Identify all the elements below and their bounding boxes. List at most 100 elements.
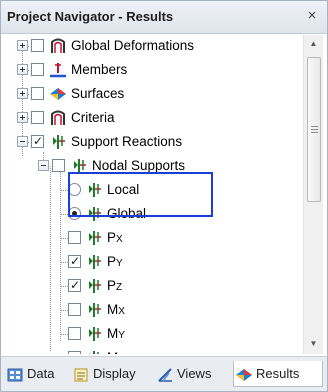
support-icon bbox=[85, 301, 103, 319]
grip-line bbox=[311, 129, 318, 130]
tree-item-label: MY bbox=[107, 326, 125, 341]
tab-data[interactable]: Data bbox=[5, 361, 67, 387]
panel-title: Project Navigator - Results bbox=[7, 9, 174, 24]
criteria-icon bbox=[49, 109, 67, 127]
tree-item-my[interactable]: MY bbox=[9, 323, 299, 345]
tree-item-label: Global Deformations bbox=[71, 38, 195, 53]
support-icon bbox=[85, 277, 103, 295]
checkbox-checked[interactable]: ✓ bbox=[31, 134, 44, 148]
check-icon: ✓ bbox=[70, 278, 81, 292]
tab-label: Views bbox=[177, 366, 212, 381]
support-icon bbox=[49, 133, 67, 151]
support-icon bbox=[85, 349, 103, 354]
support-icon bbox=[70, 157, 88, 175]
tree-item-label: Members bbox=[71, 62, 128, 77]
tree-item-pz[interactable]: ✓ PZ bbox=[9, 275, 299, 297]
scroll-up-icon[interactable]: ▲ bbox=[304, 35, 323, 53]
tree-item-label: Nodal Supports bbox=[92, 158, 186, 173]
label-subscript: X bbox=[116, 234, 123, 245]
checkbox-checked[interactable]: ✓ bbox=[68, 278, 81, 292]
label-subscript: X bbox=[118, 306, 125, 317]
tree-item-criteria[interactable]: Criteria bbox=[9, 107, 299, 129]
label-subscript: Y bbox=[118, 330, 125, 341]
checkbox[interactable] bbox=[31, 39, 44, 52]
label-letter: M bbox=[107, 350, 118, 354]
tab-label: Display bbox=[93, 366, 136, 381]
check-icon: ✓ bbox=[33, 134, 44, 148]
tab-label: Data bbox=[27, 366, 55, 381]
tree-item-label: Surfaces bbox=[71, 86, 125, 101]
label-subscript: Z bbox=[116, 282, 123, 293]
tree-item-surfaces[interactable]: Surfaces bbox=[9, 83, 299, 105]
vertical-scrollbar[interactable]: ▲ ▼ bbox=[303, 35, 323, 354]
tree-item-global-deformations[interactable]: Global Deformations bbox=[9, 35, 299, 57]
data-icon bbox=[7, 366, 24, 382]
support-icon bbox=[85, 325, 103, 343]
tree-item-label: PY bbox=[107, 254, 123, 269]
support-icon bbox=[85, 253, 103, 271]
tree-item-label: Global bbox=[107, 206, 147, 221]
checkbox[interactable] bbox=[68, 327, 81, 340]
views-icon bbox=[157, 366, 174, 382]
tree-item-nodal-supports[interactable]: Nodal Supports bbox=[9, 155, 299, 177]
project-navigator-panel: Project Navigator - Results × Global Def… bbox=[0, 0, 328, 392]
support-icon bbox=[85, 205, 103, 223]
support-icon bbox=[85, 181, 103, 199]
grip-line bbox=[311, 132, 318, 133]
label-letter: P bbox=[107, 230, 117, 245]
tree-item-global[interactable]: Global bbox=[9, 203, 299, 225]
expand-plus-icon[interactable] bbox=[17, 88, 28, 99]
label-letter: M bbox=[107, 302, 119, 317]
tab-views[interactable]: Views bbox=[155, 361, 225, 387]
support-icon bbox=[85, 229, 103, 247]
tab-results[interactable]: Results bbox=[233, 361, 323, 387]
tab-display[interactable]: Display bbox=[71, 361, 151, 387]
checkbox[interactable] bbox=[31, 87, 44, 100]
grip-line bbox=[311, 126, 318, 127]
tree-item-support-reactions[interactable]: ✓ Support Reactions bbox=[9, 131, 299, 153]
panel-titlebar: Project Navigator - Results × bbox=[1, 1, 327, 34]
checkbox[interactable] bbox=[68, 351, 81, 354]
tree-item-label: PX bbox=[107, 230, 123, 245]
expand-plus-icon[interactable] bbox=[17, 64, 28, 75]
display-icon bbox=[73, 366, 90, 382]
tree-item-mx[interactable]: MX bbox=[9, 299, 299, 321]
tree-item-label: MZ bbox=[107, 350, 124, 354]
tree-item-label: PZ bbox=[107, 278, 122, 293]
checkbox[interactable] bbox=[68, 231, 81, 244]
label-subscript: Y bbox=[116, 258, 123, 269]
checkbox[interactable] bbox=[31, 111, 44, 124]
tree-item-label: Local bbox=[107, 182, 140, 197]
collapse-minus-icon[interactable] bbox=[17, 136, 28, 147]
checkbox[interactable] bbox=[68, 303, 81, 316]
tree-item-members[interactable]: Members bbox=[9, 59, 299, 81]
tree-item-label: MX bbox=[107, 302, 125, 317]
scroll-down-icon[interactable]: ▼ bbox=[304, 335, 323, 353]
checkbox-checked[interactable]: ✓ bbox=[68, 254, 81, 268]
collapse-minus-icon[interactable] bbox=[38, 160, 49, 171]
tree-item-mz[interactable]: MZ bbox=[9, 347, 299, 354]
surface-icon bbox=[49, 85, 67, 103]
scrollbar-thumb[interactable] bbox=[307, 57, 321, 202]
check-icon: ✓ bbox=[70, 254, 81, 268]
label-letter: P bbox=[107, 254, 117, 269]
tree-item-py[interactable]: ✓ PY bbox=[9, 251, 299, 273]
deformation-icon bbox=[49, 37, 67, 55]
expand-plus-icon[interactable] bbox=[17, 40, 28, 51]
results-tree: Global Deformations Members Surfaces Cri… bbox=[9, 35, 303, 354]
navigator-tabbar: Data Display Views Results bbox=[1, 356, 327, 391]
tree-item-local[interactable]: Local bbox=[9, 179, 299, 201]
radio-button[interactable] bbox=[68, 183, 81, 196]
results-icon bbox=[236, 366, 253, 382]
tree-item-label: Criteria bbox=[71, 110, 115, 125]
tree-item-px[interactable]: PX bbox=[9, 227, 299, 249]
tree-item-label: Support Reactions bbox=[71, 134, 183, 149]
checkbox[interactable] bbox=[52, 159, 65, 172]
radio-button-selected[interactable] bbox=[68, 207, 81, 220]
label-letter: M bbox=[107, 326, 119, 341]
close-icon[interactable]: × bbox=[303, 7, 321, 25]
checkbox[interactable] bbox=[31, 63, 44, 76]
expand-plus-icon[interactable] bbox=[17, 112, 28, 123]
label-letter: P bbox=[107, 278, 117, 293]
tab-label: Results bbox=[256, 366, 300, 381]
